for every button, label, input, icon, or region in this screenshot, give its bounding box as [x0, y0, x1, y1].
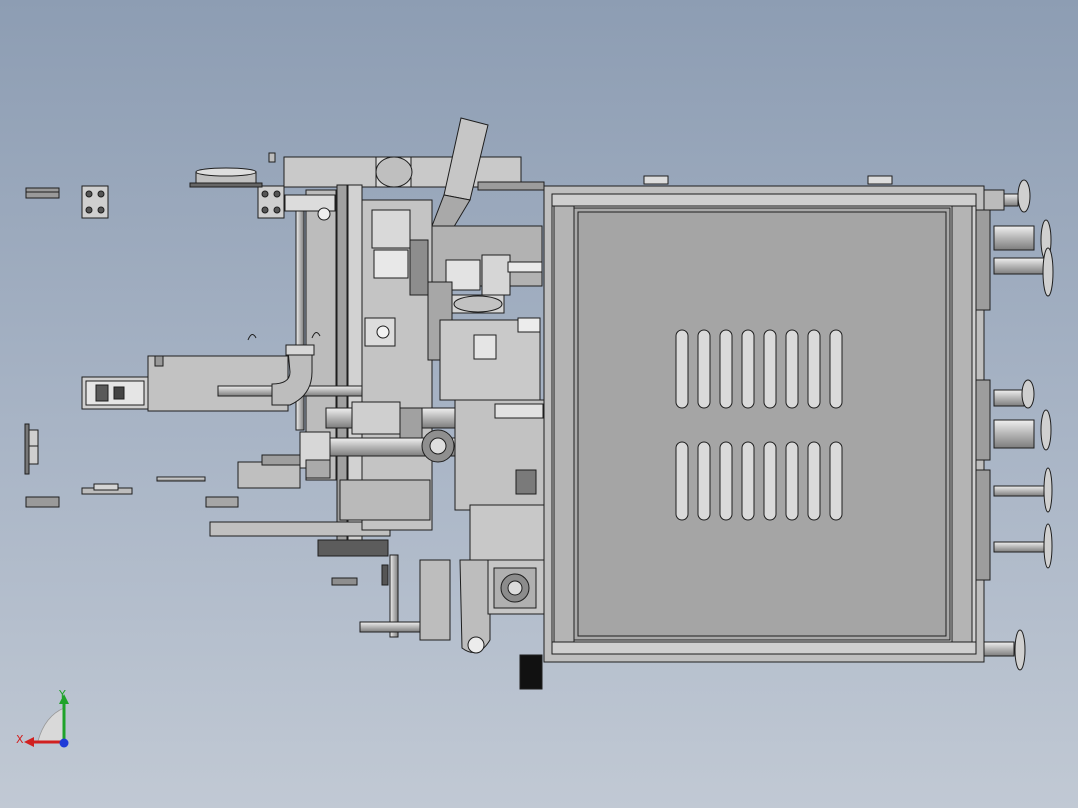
- y-axis-label: Y: [59, 688, 66, 701]
- black-foot-block: [519, 654, 543, 690]
- drive-plate: [454, 399, 546, 566]
- loose-bracket-bottom-left: [25, 496, 60, 508]
- small-block: [205, 496, 239, 508]
- gearbox-center: [439, 317, 541, 401]
- small-pin-top: [268, 152, 276, 163]
- thin-rod: [156, 476, 206, 482]
- triad-plane: [37, 707, 65, 742]
- mounting-plate-center: [257, 185, 285, 219]
- cabinet-frame: [543, 175, 985, 663]
- cad-viewport[interactable]: X Y: [0, 0, 1078, 808]
- mounting-plate-left: [81, 185, 109, 219]
- x-axis-label: X: [16, 733, 24, 746]
- belt-pulley-housing: [459, 559, 545, 654]
- flat-clamp: [81, 483, 133, 495]
- top-base-plate: [283, 156, 545, 191]
- x-axis-arrowhead: [24, 737, 34, 747]
- vertical-bracket-left: [24, 423, 39, 475]
- right-flange-connectors: [975, 179, 1054, 671]
- machine-assembly-model[interactable]: [0, 0, 1078, 808]
- loose-bracket-top-left: [25, 187, 60, 199]
- z-axis-dot: [59, 738, 69, 748]
- top-disc-plate: [189, 167, 263, 188]
